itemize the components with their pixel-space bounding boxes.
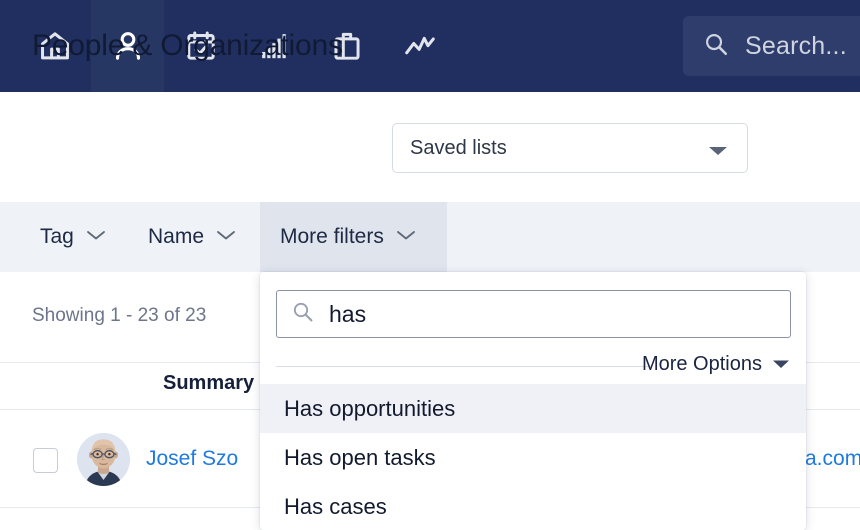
row-select-checkbox[interactable] [33, 448, 58, 473]
showing-count: Showing 1 - 23 of 23 [32, 305, 207, 326]
filter-tab-tag[interactable]: Tag [20, 202, 126, 272]
filter-search-value: has [329, 300, 367, 327]
filter-option-has-opportunities[interactable]: Has opportunities [260, 384, 806, 433]
row-person-name-link[interactable]: Josef Szo [146, 447, 238, 471]
filter-tab-tag-label: Tag [40, 225, 74, 248]
chevron-down-icon [86, 228, 106, 246]
filter-option-label: Has cases [284, 493, 387, 519]
row-person-email-link[interactable]: a.com [805, 447, 860, 471]
chevron-down-icon [396, 228, 416, 246]
more-filters-dropdown-panel: has More Options Has opportunities Has o… [260, 272, 806, 530]
filter-option-label: Has opportunities [284, 395, 456, 421]
global-search-box[interactable]: Search... [683, 16, 860, 76]
chevron-down-icon [707, 144, 729, 162]
dropdown-divider [276, 366, 651, 367]
filter-option-list: Has opportunities Has open tasks Has cas… [260, 384, 806, 530]
filter-tab-more-filters-label: More filters [280, 225, 384, 248]
caret-down-icon [772, 356, 790, 374]
search-icon [703, 31, 729, 62]
filter-search-input[interactable]: has [276, 290, 791, 338]
search-icon [291, 300, 315, 329]
page-title: People & Organizations [32, 29, 343, 62]
saved-lists-label: Saved lists [410, 136, 507, 159]
app-root: Search... People & Organizations Saved l… [0, 0, 860, 530]
nav-item-analytics[interactable] [383, 0, 456, 92]
filter-option-has-open-tasks[interactable]: Has open tasks [260, 433, 806, 482]
column-header-summary: Summary [163, 372, 255, 394]
filter-bar: Tag Name More filters [0, 202, 860, 272]
saved-lists-dropdown[interactable]: Saved lists [392, 123, 748, 173]
global-search-placeholder: Search... [745, 31, 847, 60]
filter-tab-more-filters[interactable]: More filters [260, 202, 447, 272]
avatar [77, 433, 130, 486]
filter-tab-name-label: Name [148, 225, 205, 248]
filter-option-has-cases[interactable]: Has cases [260, 482, 806, 530]
more-options-label: More Options [641, 353, 762, 375]
chevron-down-icon [216, 228, 236, 246]
filter-tab-name[interactable]: Name [128, 202, 256, 272]
line-chart-icon [403, 29, 437, 63]
more-options-toggle[interactable]: More Options [642, 353, 790, 376]
filter-option-label: Has open tasks [284, 444, 436, 470]
